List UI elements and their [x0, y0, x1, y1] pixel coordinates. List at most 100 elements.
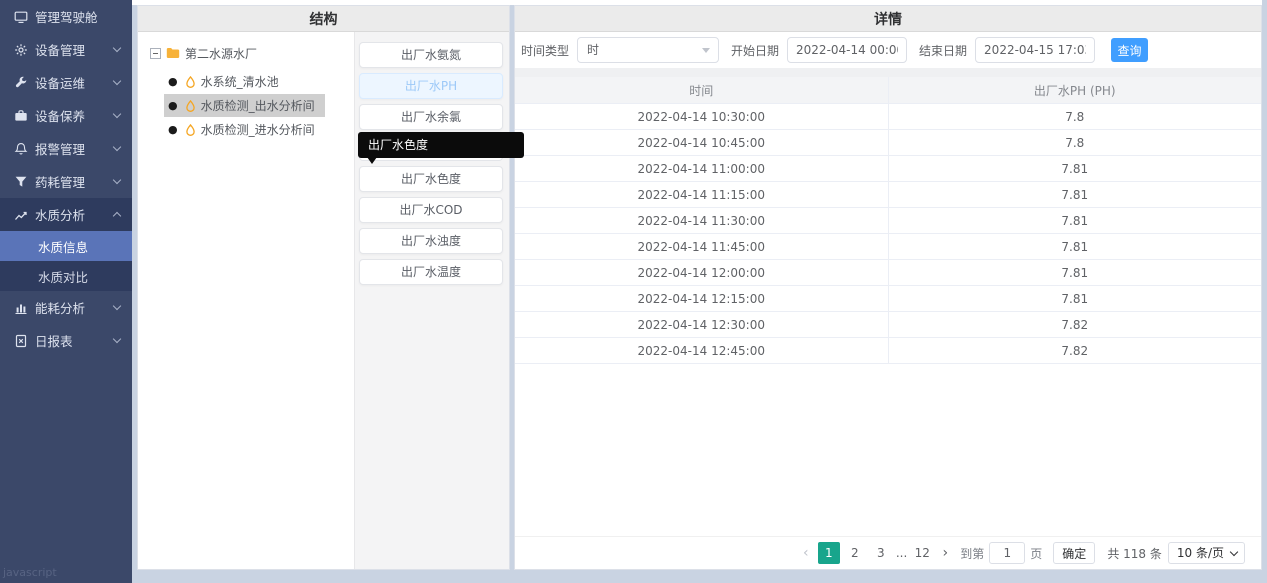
- param-button-residual-chlorine[interactable]: 出厂水余氯: [359, 104, 503, 130]
- tree-node-label: 水质检测_出水分析间: [201, 97, 315, 114]
- tree-node-water-system[interactable]: ● 水系统_清水池: [164, 70, 289, 93]
- table-row[interactable]: 2022-04-14 10:45:00 7.8: [515, 130, 1261, 156]
- page-button-3[interactable]: 3: [870, 542, 892, 564]
- station-tree: 第二水源水厂 ● 水系统_清水池 ● 水质检测_出水分析间 ● 水质检测_进水分…: [138, 32, 354, 569]
- goto-page-label: 到第: [960, 545, 984, 562]
- param-button-temperature[interactable]: 出厂水温度: [359, 259, 503, 285]
- collapse-toggle-icon[interactable]: [150, 48, 161, 59]
- table-row[interactable]: 2022-04-14 12:00:00 7.81: [515, 260, 1261, 286]
- start-date-input[interactable]: [787, 37, 907, 63]
- sidebar-item-device-maintenance[interactable]: 设备保养: [0, 99, 132, 132]
- page-size-value: 10 条/页: [1177, 546, 1224, 560]
- sidebar-item-label: 水质分析: [35, 205, 85, 224]
- chevron-down-icon: [1230, 548, 1238, 556]
- cell-time: 2022-04-14 11:30:00: [515, 208, 889, 233]
- page-ellipsis: ...: [896, 546, 907, 560]
- funnel-icon: [13, 175, 28, 189]
- table-header-ph: 出厂水PH (PH): [889, 77, 1262, 103]
- detail-panel-title: 详情: [515, 6, 1261, 32]
- section-gap: [515, 68, 1261, 77]
- sidebar-subitem-water-quality-info[interactable]: 水质信息: [0, 231, 132, 261]
- chevron-down-icon: [113, 143, 121, 151]
- table-row[interactable]: 2022-04-14 12:15:00 7.81: [515, 286, 1261, 312]
- sidebar-item-device-management[interactable]: 设备管理: [0, 33, 132, 66]
- param-button-turbidity[interactable]: 出厂水浊度: [359, 228, 503, 254]
- table-row[interactable]: 2022-04-14 12:30:00 7.82: [515, 312, 1261, 338]
- pagination-bar: ‹ 1 2 3 ... 12 › 到第 页 确定 共 118 条 10 条/页: [515, 536, 1261, 569]
- sidebar-item-water-quality-analysis[interactable]: 水质分析: [0, 198, 132, 231]
- table-header-row: 时间 出厂水PH (PH): [515, 77, 1261, 104]
- end-date-input[interactable]: [975, 37, 1095, 63]
- sidebar-item-energy-analysis[interactable]: 能耗分析: [0, 291, 132, 324]
- start-date-label: 开始日期: [731, 42, 779, 59]
- cell-value: 7.81: [889, 286, 1262, 311]
- time-type-label: 时间类型: [521, 42, 569, 59]
- table-header-time: 时间: [515, 77, 889, 103]
- sidebar-subitem-label: 水质信息: [38, 237, 88, 256]
- sidebar-subitem-water-quality-compare[interactable]: 水质对比: [0, 261, 132, 291]
- sidebar-item-label: 设备保养: [35, 106, 85, 125]
- wrench-icon: [13, 76, 28, 90]
- sidebar-item-alarm-management[interactable]: 报警管理: [0, 132, 132, 165]
- cell-value: 7.81: [889, 156, 1262, 181]
- sidebar-item-chemical-consumption[interactable]: 药耗管理: [0, 165, 132, 198]
- data-table: 时间 出厂水PH (PH) 2022-04-14 10:30:00 7.8 20…: [515, 77, 1261, 569]
- cell-time: 2022-04-14 12:00:00: [515, 260, 889, 285]
- gear-icon: [13, 43, 28, 57]
- sidebar: 管理驾驶舱 设备管理 设备运维 设备保养 报警管理 药耗管理 水质分析 水质信息: [0, 0, 132, 583]
- query-button[interactable]: 查询: [1111, 38, 1148, 62]
- chevron-down-icon: [113, 110, 121, 118]
- cell-value: 7.8: [889, 104, 1262, 129]
- confirm-button[interactable]: 确定: [1053, 542, 1095, 564]
- param-button-ammonia[interactable]: 出厂水氨氮: [359, 42, 503, 68]
- parameter-button-list: 出厂水氨氮 出厂水PH 出厂水余氯 出厂水色度 出厂水COD 出厂水浊度 出厂水…: [354, 32, 509, 569]
- caret-down-icon: [702, 48, 710, 53]
- cell-value: 7.81: [889, 260, 1262, 285]
- bullet-icon: ●: [168, 123, 178, 136]
- cell-time: 2022-04-14 12:45:00: [515, 338, 889, 363]
- sidebar-item-label: 设备管理: [35, 40, 85, 59]
- sidebar-item-device-ops[interactable]: 设备运维: [0, 66, 132, 99]
- chevron-up-icon: [113, 212, 121, 220]
- sidebar-item-label: 药耗管理: [35, 172, 85, 191]
- chevron-down-icon: [113, 302, 121, 310]
- page-button-1[interactable]: 1: [818, 542, 840, 564]
- bullet-icon: ●: [168, 75, 178, 88]
- time-type-value: 时: [587, 43, 599, 57]
- param-button-ph[interactable]: 出厂水PH: [359, 73, 503, 99]
- page-button-2[interactable]: 2: [844, 542, 866, 564]
- water-drop-icon: [185, 76, 196, 88]
- detail-panel: 详情 时间类型 时 开始日期 结束日期 查询 时间 出厂水PH (PH) 202…: [514, 5, 1262, 570]
- total-count-label: 共 118 条: [1107, 545, 1162, 562]
- sidebar-item-dashboard[interactable]: 管理驾驶舱: [0, 0, 132, 33]
- structure-panel-title: 结构: [138, 6, 509, 32]
- cell-time: 2022-04-14 12:15:00: [515, 286, 889, 311]
- chevron-down-icon: [113, 77, 121, 85]
- structure-panel: 结构 第二水源水厂 ● 水系统_清水池 ● 水质检测_出水分析间: [137, 5, 510, 570]
- page-button-12[interactable]: 12: [911, 542, 933, 564]
- prev-page-icon[interactable]: ‹: [796, 545, 816, 561]
- table-row[interactable]: 2022-04-14 12:45:00 7.82: [515, 338, 1261, 364]
- page-unit-label: 页: [1030, 545, 1042, 562]
- param-button-cod[interactable]: 出厂水COD: [359, 197, 503, 223]
- table-row[interactable]: 2022-04-14 11:15:00 7.81: [515, 182, 1261, 208]
- next-page-icon[interactable]: ›: [935, 545, 955, 561]
- cell-value: 7.81: [889, 182, 1262, 207]
- goto-page-input[interactable]: [989, 542, 1025, 564]
- sidebar-item-label: 设备运维: [35, 73, 85, 92]
- sidebar-item-daily-report[interactable]: 日报表: [0, 324, 132, 357]
- tree-root-node[interactable]: 第二水源水厂: [150, 42, 350, 64]
- table-row[interactable]: 2022-04-14 11:45:00 7.81: [515, 234, 1261, 260]
- table-row[interactable]: 2022-04-14 11:00:00 7.81: [515, 156, 1261, 182]
- time-type-select[interactable]: 时: [577, 37, 719, 63]
- bell-icon: [13, 142, 28, 156]
- table-row[interactable]: 2022-04-14 11:30:00 7.81: [515, 208, 1261, 234]
- tree-node-label: 水系统_清水池: [201, 73, 279, 90]
- browser-status-hint: javascript: [3, 566, 57, 579]
- param-button-chroma[interactable]: 出厂水色度: [359, 166, 503, 192]
- page-size-select[interactable]: 10 条/页: [1168, 542, 1245, 564]
- tree-node-inlet-analysis[interactable]: ● 水质检测_进水分析间: [164, 118, 325, 141]
- table-row[interactable]: 2022-04-14 10:30:00 7.8: [515, 104, 1261, 130]
- tree-node-label: 水质检测_进水分析间: [201, 121, 315, 138]
- tree-node-outlet-analysis[interactable]: ● 水质检测_出水分析间: [164, 94, 325, 117]
